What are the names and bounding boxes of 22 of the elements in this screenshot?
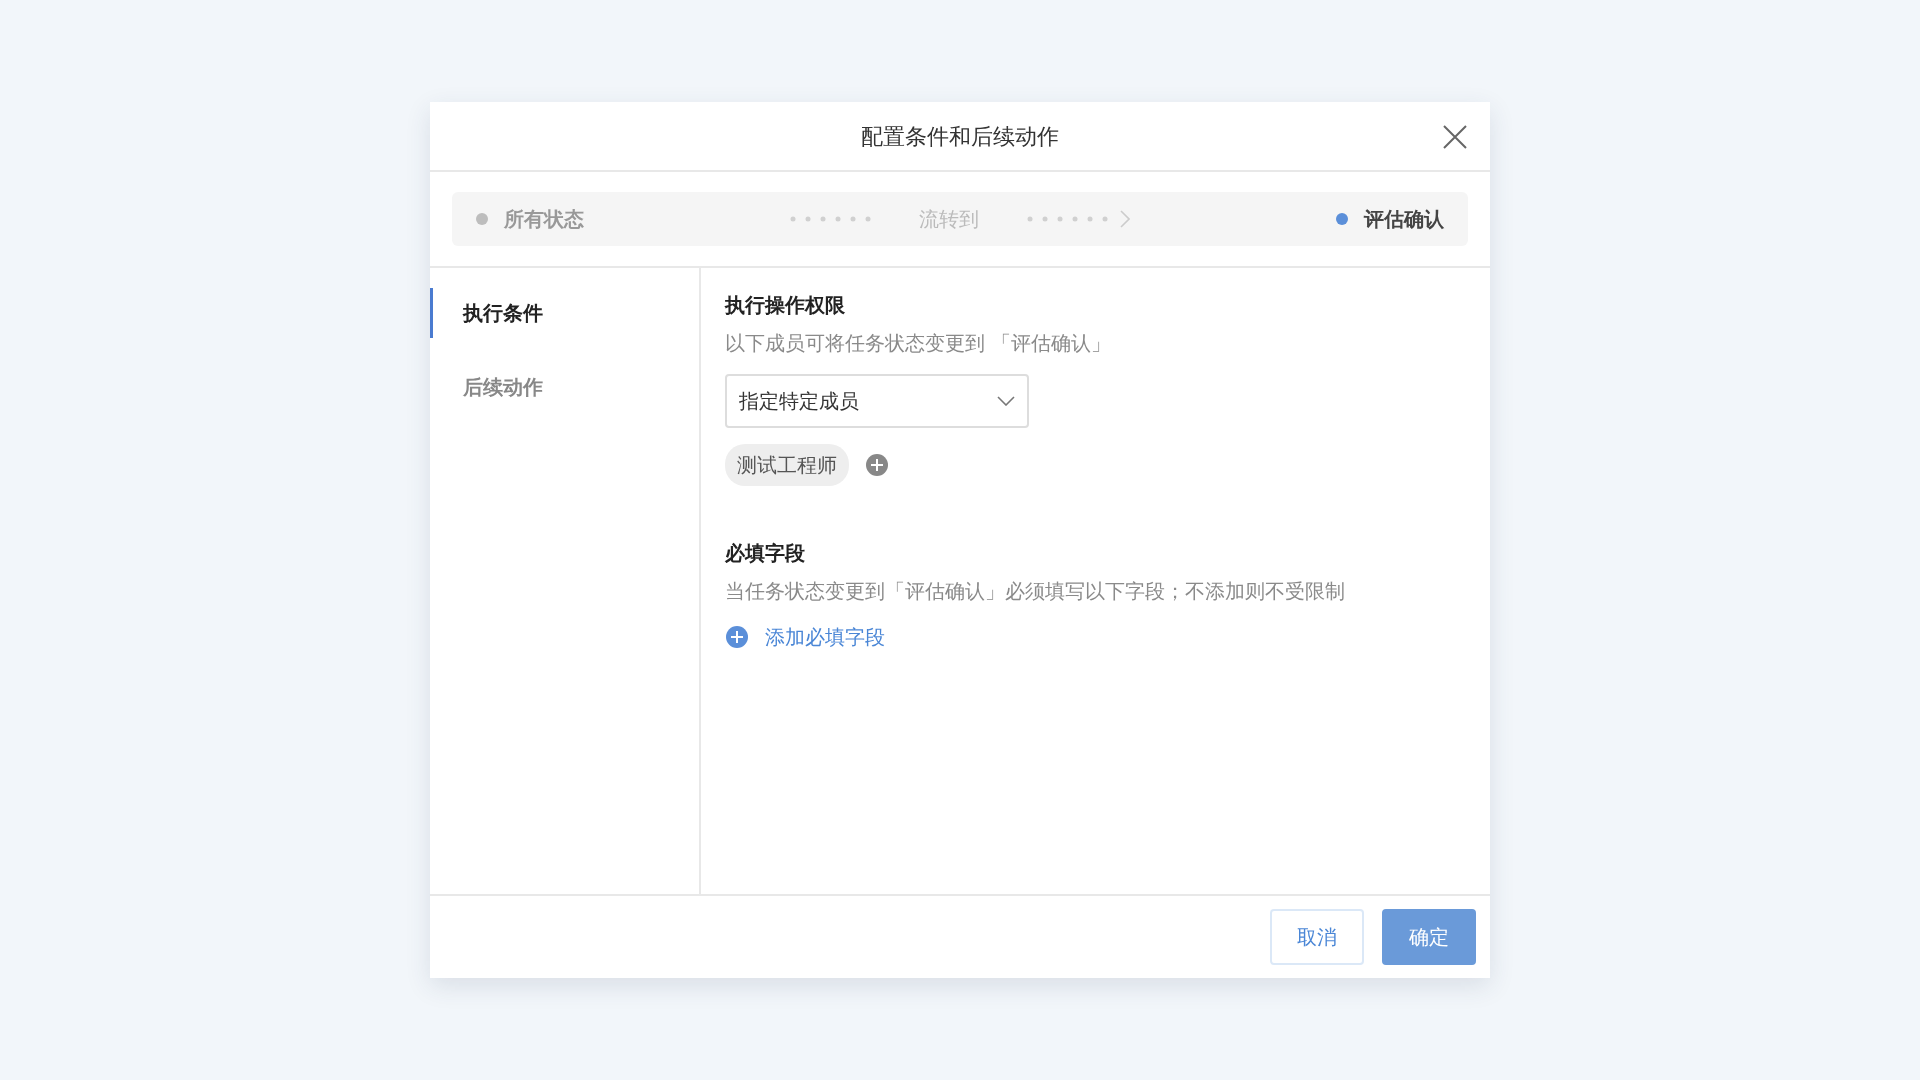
add-icon[interactable] xyxy=(865,453,889,477)
section-title: 执行操作权限 xyxy=(725,292,846,319)
chevron-right-icon xyxy=(1120,210,1130,228)
close-button[interactable] xyxy=(1442,124,1468,150)
flow-label: 流转到 xyxy=(919,206,979,233)
chevron-down-icon xyxy=(997,396,1015,406)
sidebar-item[interactable]: 后续动作 xyxy=(430,362,699,412)
member-tag: 测试工程师 xyxy=(725,444,849,486)
status-label: 所有状态 xyxy=(504,206,584,233)
section-title: 必填字段 xyxy=(725,540,806,567)
add-icon[interactable] xyxy=(725,625,749,649)
status-label: 评估确认 xyxy=(1364,206,1444,233)
confirm-button[interactable]: 确定 xyxy=(1382,909,1476,965)
add-field-link[interactable]: 添加必填字段 xyxy=(765,622,885,652)
dialog-title: 配置条件和后续动作 xyxy=(861,122,1059,151)
select-value: 指定特定成员 xyxy=(739,388,859,415)
section-description: 当任务状态变更到「评估确认」必须填写以下字段；不添加则不受限制 xyxy=(725,578,1346,605)
sidebar-item[interactable]: 执行条件 xyxy=(430,288,699,338)
member-select[interactable]: 指定特定成员 xyxy=(725,374,1029,428)
cancel-button[interactable]: 取消 xyxy=(1270,909,1364,965)
close-icon xyxy=(1442,124,1468,150)
section-description: 以下成员可将任务状态变更到 「评估确认」 xyxy=(725,330,1113,357)
